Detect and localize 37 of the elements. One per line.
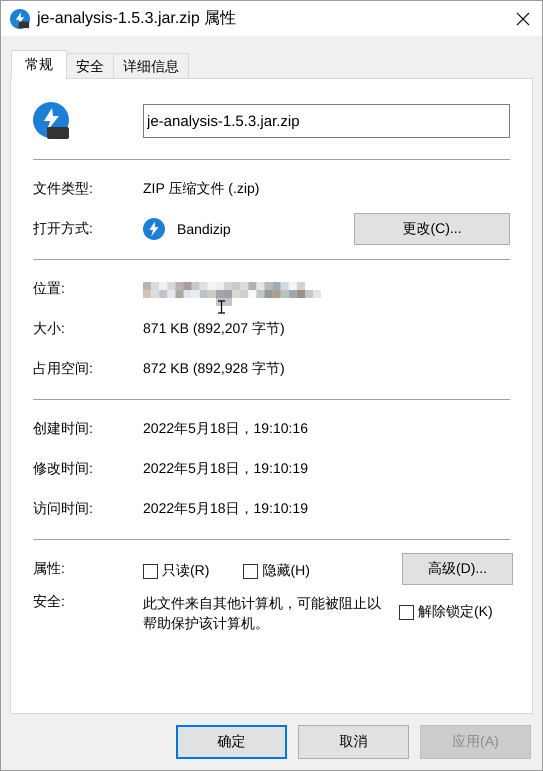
checkbox-label[interactable]: 只读(R) xyxy=(162,562,210,580)
checkbox[interactable] xyxy=(243,564,258,578)
checkbox[interactable] xyxy=(143,564,158,578)
tab[interactable]: 常规 xyxy=(11,50,67,79)
app-icon xyxy=(143,218,165,240)
field-label: 访问时间: xyxy=(33,500,94,518)
field-label: 安全: xyxy=(33,593,66,611)
field-value: 871 KB (892,207 字节) xyxy=(143,320,285,338)
field-value: 872 KB (892,928 字节) xyxy=(143,360,285,378)
field-value: 2022年5月18日，19:10:16 xyxy=(143,420,308,438)
close-icon[interactable] xyxy=(516,12,530,26)
field-label: 创建时间: xyxy=(33,420,94,438)
field-label: 属性: xyxy=(33,560,66,578)
field-label: 修改时间: xyxy=(33,460,94,478)
button[interactable]: 高级(D)... xyxy=(402,553,513,585)
checkbox-label[interactable]: 隐藏(H) xyxy=(262,562,310,580)
checkbox[interactable] xyxy=(399,604,414,620)
name-field[interactable]: je-analysis-1.5.3.jar.zip xyxy=(143,104,510,138)
checkbox-label[interactable]: 解除锁定(K) xyxy=(418,603,493,621)
field-label: 占用空间: xyxy=(33,360,94,378)
field-value: ZIP 压缩文件 (.zip) xyxy=(143,180,260,198)
text-cursor-icon xyxy=(217,300,226,314)
button[interactable]: 取消 xyxy=(298,725,409,759)
zip-file-icon xyxy=(33,102,71,140)
field-label: 打开方式: xyxy=(33,220,94,238)
field-label: 大小: xyxy=(33,320,66,338)
window-title: je-analysis-1.5.3.jar.zip 属性 xyxy=(37,9,236,29)
field-label: 位置: xyxy=(33,280,66,298)
button[interactable]: 确定 xyxy=(176,725,287,759)
app-name: Bandizip xyxy=(177,221,231,237)
field-value: 2022年5月18日，19:10:19 xyxy=(143,500,308,518)
button[interactable]: 更改(C)... xyxy=(354,213,510,245)
field-value: 2022年5月18日，19:10:19 xyxy=(143,460,308,478)
field-label: 文件类型: xyxy=(33,180,94,198)
security-text: 此文件来自其他计算机，可能被阻止以帮助保护该计算机。 xyxy=(143,594,382,633)
app-icon xyxy=(10,8,30,28)
tab[interactable]: 详细信息 xyxy=(113,53,189,78)
